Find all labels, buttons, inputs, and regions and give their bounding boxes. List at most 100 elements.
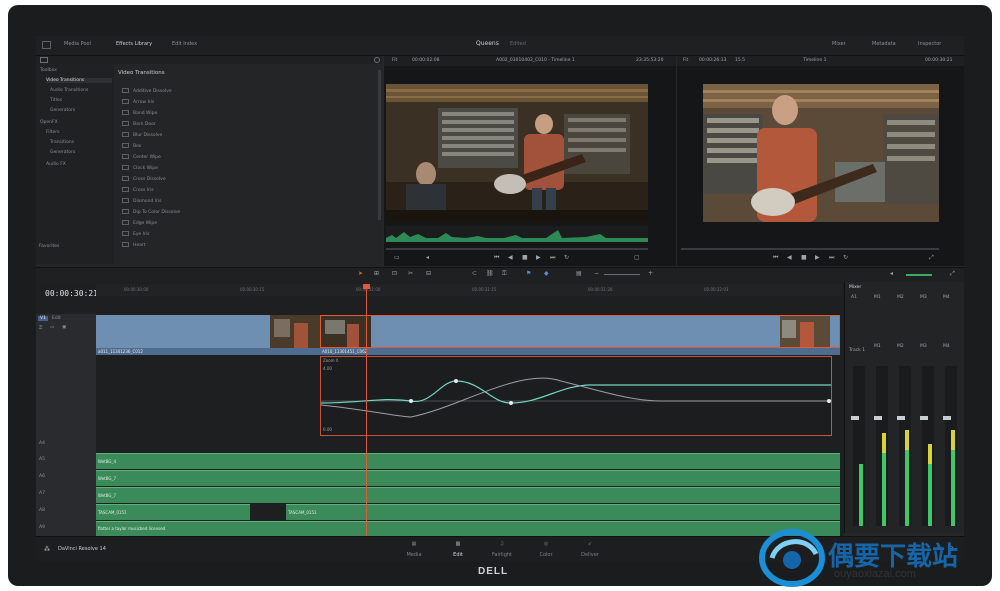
video-track-id[interactable]: V1: [38, 316, 48, 321]
audio-track-id[interactable]: A6: [39, 474, 45, 479]
expand-icon[interactable]: ⤢: [950, 270, 955, 278]
mixer-fader[interactable]: [874, 416, 882, 420]
source-stop-icon[interactable]: ■: [522, 254, 528, 261]
snapping-icon[interactable]: ⊂: [472, 270, 477, 277]
marker-icon[interactable]: ◆: [544, 270, 549, 277]
library-scrollbar[interactable]: [378, 70, 381, 220]
timeline-reverse-icon[interactable]: ◀: [787, 254, 792, 261]
zoom-slider[interactable]: [604, 274, 640, 275]
audio-clip[interactable]: WetBG_7: [96, 470, 840, 486]
source-view-options-icon[interactable]: ▭: [394, 254, 400, 261]
source-fit[interactable]: Fit: [392, 58, 397, 63]
transition-item[interactable]: Additive Dissolve: [122, 88, 172, 94]
tree-openfx[interactable]: OpenFX: [40, 120, 58, 125]
effects-library-button[interactable]: Effects Library: [116, 41, 152, 47]
audio-clip[interactable]: WetBG_7: [96, 487, 840, 503]
trim-tool-icon[interactable]: ⊞: [374, 270, 379, 277]
mixer-button[interactable]: Mixer: [832, 41, 846, 47]
audio-clip[interactable]: TASCAM_0151: [286, 504, 840, 520]
tree-filters[interactable]: Filters: [46, 130, 60, 135]
dynamic-trim-icon[interactable]: ⊡: [392, 270, 397, 277]
source-loop-icon[interactable]: ↻: [564, 254, 569, 261]
source-mark-icon[interactable]: ▢: [634, 254, 640, 261]
panel-toggle-icon[interactable]: [42, 41, 51, 49]
playhead[interactable]: [366, 284, 367, 536]
video-clip-selected[interactable]: [320, 315, 840, 348]
curve-editor[interactable]: Zoom X 4.00 0.00: [320, 356, 832, 436]
audio-track-id[interactable]: A9: [39, 525, 45, 530]
zoom-in-icon[interactable]: +: [648, 270, 653, 277]
master-volume-slider[interactable]: [906, 274, 932, 276]
transition-item[interactable]: Dip To Color Dissolve: [122, 209, 180, 215]
media-pool-button[interactable]: Media Pool: [64, 41, 91, 47]
transition-item[interactable]: Heart: [122, 242, 146, 248]
curve-graph[interactable]: [321, 357, 831, 435]
transition-item[interactable]: Center Wipe: [122, 154, 161, 160]
source-volume-icon[interactable]: ◂: [426, 254, 429, 261]
tree-generators-fx[interactable]: Generators: [50, 150, 75, 155]
tree-audio-fx[interactable]: Audio FX: [46, 162, 66, 167]
flag-icon[interactable]: ⚑: [526, 270, 531, 277]
timeline-ruler[interactable]: 00:00:30:00 00:00:30:15 00:00:31:00 00:0…: [96, 284, 842, 296]
position-lock-icon[interactable]: ⚿: [502, 270, 507, 278]
audio-track-id[interactable]: A5: [39, 457, 45, 462]
mixer-fader[interactable]: [943, 416, 951, 420]
audio-clip[interactable]: TASCAM_0151: [96, 504, 250, 520]
blade-tool-icon[interactable]: ✂: [408, 270, 413, 277]
selection-tool-icon[interactable]: ➤: [358, 270, 363, 277]
zoom-out-icon[interactable]: −: [594, 270, 599, 277]
transition-item[interactable]: Band Wipe: [122, 110, 157, 116]
audio-clip[interactable]: WetBG_4: [96, 453, 840, 469]
timeline-loop-icon[interactable]: ↻: [843, 254, 848, 261]
track-view-icon[interactable]: ▭: [50, 325, 54, 330]
transition-item[interactable]: Edge Wipe: [122, 220, 157, 226]
timeline-viewer-zoom[interactable]: 15.5: [735, 58, 745, 63]
zoom-view-icon[interactable]: ▤: [576, 270, 582, 277]
timeline-stop-icon[interactable]: ■: [801, 254, 807, 261]
master-volume-icon[interactable]: ◂: [890, 270, 893, 277]
fullscreen-icon[interactable]: ⤢: [929, 254, 934, 262]
timeline-next-icon[interactable]: ⏭: [829, 254, 834, 262]
inspector-button[interactable]: Inspector: [918, 41, 941, 47]
tree-generators[interactable]: Generators: [50, 108, 75, 113]
transition-item[interactable]: Box: [122, 143, 141, 149]
edit-index-button[interactable]: Edit Index: [172, 41, 197, 47]
tree-audio-transitions[interactable]: Audio Transitions: [50, 88, 88, 93]
transition-item[interactable]: Arrow Iris: [122, 99, 154, 105]
transition-item[interactable]: Eye Iris: [122, 231, 149, 237]
source-reverse-icon[interactable]: ◀: [508, 254, 513, 261]
transition-item[interactable]: Diamond Iris: [122, 198, 162, 204]
audio-track-id[interactable]: A7: [39, 491, 45, 496]
tree-titles[interactable]: Titles: [50, 98, 62, 103]
transition-item[interactable]: Cross Iris: [122, 187, 154, 193]
audio-track-id[interactable]: A4: [39, 441, 45, 446]
search-icon[interactable]: [374, 57, 380, 63]
audio-clip[interactable]: flatter a taylor musicbed licensed: [96, 521, 840, 536]
source-prev-icon[interactable]: ⏮: [494, 254, 499, 262]
mixer-fader[interactable]: [920, 416, 928, 420]
source-play-icon[interactable]: ▶: [536, 254, 541, 261]
track-lock-icon[interactable]: ⚿: [39, 325, 42, 331]
transition-item[interactable]: Blur Dissolve: [122, 132, 162, 138]
timeline-play-icon[interactable]: ▶: [815, 254, 820, 261]
tree-toolbox[interactable]: Toolbox: [40, 68, 57, 73]
audio-track-id[interactable]: A8: [39, 508, 45, 513]
link-icon[interactable]: ⛓: [486, 270, 494, 277]
transition-item[interactable]: Clock Wipe: [122, 165, 158, 171]
playhead-handle[interactable]: [363, 284, 370, 289]
tree-transitions[interactable]: Transitions: [50, 140, 74, 145]
tree-video-transitions[interactable]: Video Transitions: [46, 78, 112, 83]
track-enable-icon[interactable]: ▣: [62, 325, 66, 330]
mixer-fader[interactable]: [851, 416, 859, 420]
timeline-fit[interactable]: Fit: [683, 58, 688, 63]
transition-item[interactable]: Barn Door: [122, 121, 156, 127]
metadata-button[interactable]: Metadata: [872, 41, 896, 47]
source-next-icon[interactable]: ⏭: [550, 254, 555, 262]
insert-icon[interactable]: ⊟: [426, 270, 431, 277]
timeline-scrubber[interactable]: [681, 248, 939, 250]
sidebar-toggle-icon[interactable]: [40, 57, 48, 63]
timeline-prev-icon[interactable]: ⏮: [773, 254, 778, 262]
transition-item[interactable]: Cross Dissolve: [122, 176, 166, 182]
mixer-fader[interactable]: [897, 416, 905, 420]
source-scrubber[interactable]: [386, 248, 648, 250]
